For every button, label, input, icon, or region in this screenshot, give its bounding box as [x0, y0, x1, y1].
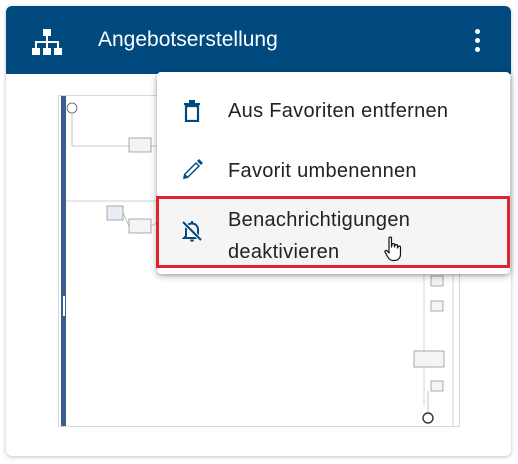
remove-favorite-menu-item[interactable]: Aus Favoriten entfernen	[157, 86, 510, 136]
trash-icon	[184, 100, 200, 122]
rename-favorite-label: Favorit umbenennen	[228, 160, 417, 182]
pencil-icon	[183, 159, 203, 179]
hand-pointer-icon	[384, 236, 402, 262]
remove-favorite-label: Aus Favoriten entfernen	[228, 100, 449, 122]
disable-notifications-label: Benachrichtigungen deaktivieren	[228, 209, 411, 263]
disable-notifications-menu-item[interactable]: Benachrichtigungen deaktivieren	[157, 198, 510, 266]
bell-off-icon	[181, 220, 203, 242]
card-header: Angebotserstellung	[6, 6, 511, 74]
context-menu: Aus Favoriten entfernen Favorit umbenenn…	[157, 72, 510, 274]
rename-favorite-menu-item[interactable]: Favorit umbenennen	[157, 144, 510, 196]
sitemap-icon	[32, 29, 62, 55]
card-title: Angebotserstellung	[98, 28, 278, 51]
more-vertical-icon[interactable]	[468, 26, 488, 56]
